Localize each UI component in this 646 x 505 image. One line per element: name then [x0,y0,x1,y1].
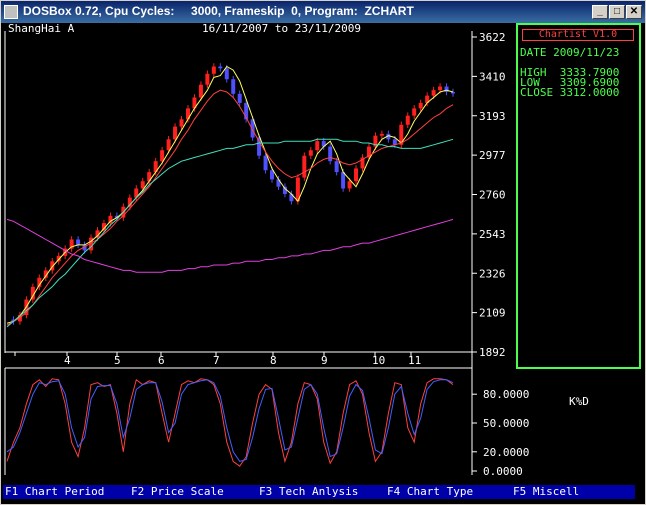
candle-body [347,181,352,189]
price-tick-label: 2760 [479,189,506,202]
candle-body [379,133,384,136]
window-title: DOSBox 0.72, Cpu Cycles: 3000, Frameskip… [23,4,414,18]
candle-body [451,91,455,94]
dos-screen: ShangHai A 16/11/2007 to 23/11/2009 3622… [3,23,643,503]
maximize-button[interactable]: □ [609,5,625,19]
candle-body [354,168,359,182]
candle-body [276,179,281,187]
candle-body [218,66,223,69]
kd-tick-label: 50.0000 [483,417,529,430]
kd-tick-label: 20.0000 [483,446,529,459]
candle-body [334,161,339,173]
price-tick-label: 3622 [479,31,506,44]
candle-body [224,68,229,80]
candle-body [231,79,236,94]
d-line [6,379,454,462]
x-tick-label: 4 [64,354,71,367]
x-tick-label: 5 [114,354,121,367]
menu-miscell[interactable]: F5 Miscell [513,486,579,498]
candle-body [166,139,171,151]
k-line [6,378,454,467]
x-tick-label: 7 [213,354,220,367]
menu-chart-period[interactable]: F1 Chart Period [5,486,104,498]
candle-body [140,181,145,189]
title-bar[interactable]: DOSBox 0.72, Cpu Cycles: 3000, Frameskip… [1,1,645,23]
ma-mid-line [6,89,454,326]
x-tick-label: 9 [321,354,328,367]
minimize-button[interactable]: _ [592,5,608,19]
price-tick-label: 2326 [479,267,506,280]
function-key-menu: F1 Chart Period F2 Price Scale F3 Tech A… [3,485,635,499]
x-tick-label: 8 [270,354,277,367]
candle-body [237,93,242,103]
dosbox-window: DOSBox 0.72, Cpu Cycles: 3000, Frameskip… [0,0,646,505]
ma-long-line [6,138,454,328]
candle-body [263,155,268,171]
price-tick-label: 2109 [479,307,506,320]
ma-short-line [6,65,454,324]
x-tick-label: 10 [372,354,385,367]
candle-body [418,102,423,109]
candle-body [205,73,210,85]
price-tick-label: 1892 [479,346,506,359]
candle-body [431,90,436,96]
price-tick-label: 2543 [479,228,506,241]
candle-body [198,84,203,98]
panel-date: DATE 2009/11/23 [520,46,620,59]
kd-tick-label: 80.0000 [483,388,529,401]
candle-body [302,155,307,178]
candle-body [405,115,410,125]
menu-chart-type[interactable]: F4 Chart Type [387,486,473,498]
kd-label: K%D [569,395,589,408]
candle-body [341,172,346,189]
candle-body [328,146,333,162]
price-tick-label: 3193 [479,110,506,123]
candle-body [438,86,443,91]
kd-tick-label: 0.0000 [483,465,523,478]
candle-body [308,150,313,156]
candle-body [76,239,81,245]
candle-body [160,150,165,162]
panel-close: CLOSE 3312.0000 [520,86,620,99]
candle-body [173,126,178,140]
candle-body [444,86,449,92]
candle-body [179,119,184,127]
candle-body [315,141,320,151]
dosbox-icon [4,5,18,19]
menu-price-scale[interactable]: F2 Price Scale [131,486,224,498]
price-tick-label: 2977 [479,149,506,162]
close-button[interactable]: ✕ [626,5,642,19]
info-panel: Chartist V1.0 DATE 2009/11/23 HIGH 3333.… [516,23,641,369]
menu-tech-analysis[interactable]: F3 Tech Anlysis [259,486,358,498]
x-tick-label: 6 [158,354,165,367]
x-tick-label: 11 [408,354,421,367]
panel-title: Chartist V1.0 [522,29,634,41]
candle-body [412,108,417,116]
candle-body [211,66,216,74]
price-tick-label: 3410 [479,70,506,83]
